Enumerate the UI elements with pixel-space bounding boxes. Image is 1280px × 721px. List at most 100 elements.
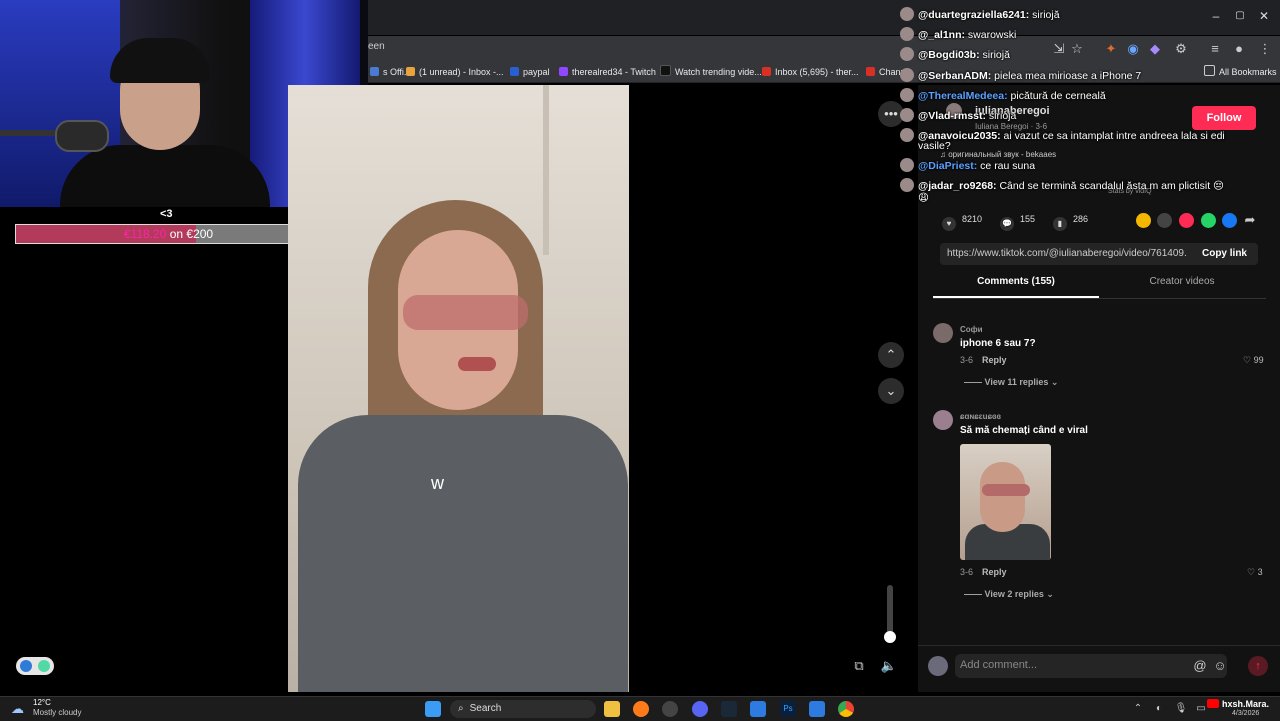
copy-link-button[interactable]: Copy link: [1202, 248, 1247, 259]
chrome-icon[interactable]: [838, 701, 854, 717]
comment-like-count: 99: [1253, 355, 1264, 365]
app-icon[interactable]: [662, 701, 678, 717]
network-icon[interactable]: ◐: [1150, 700, 1168, 718]
facebook-icon[interactable]: [1222, 213, 1237, 228]
send-icon[interactable]: [1179, 213, 1194, 228]
reading-list-icon[interactable]: ≡: [1206, 40, 1224, 58]
extension-icon[interactable]: ◉: [1124, 40, 1142, 58]
youtube-icon: [1207, 699, 1219, 708]
whatsapp-icon[interactable]: [1201, 213, 1216, 228]
chat-text: swarowski: [965, 29, 1017, 41]
reply-button[interactable]: Reply: [982, 355, 1007, 365]
chat-username: @TherealMedeea:: [918, 90, 1008, 102]
chat-message: @TherealMedeea: picătură de cerneală: [900, 88, 1106, 102]
chat-text: vasile?: [918, 140, 951, 152]
profile-icon[interactable]: ●: [1230, 40, 1248, 58]
start-icon[interactable]: [425, 701, 441, 717]
previous-video-button[interactable]: ⌃: [878, 342, 904, 368]
comment-username[interactable]: ɕɑɴɕɛuɕɞɞ: [960, 412, 1001, 421]
weather-condition: Mostly cloudy: [33, 708, 82, 717]
comment-like[interactable]: ♡ 99: [1243, 355, 1264, 366]
chat-text: 😩: [918, 192, 929, 204]
video-details-panel: [918, 85, 1280, 692]
view-replies-button[interactable]: —— View 2 replies ⌄: [964, 589, 1054, 600]
post-comment-button[interactable]: ↑: [1248, 656, 1268, 676]
comment-text: Să mă chemați când e viral: [960, 425, 1088, 436]
comment-icon: 💬: [1000, 217, 1014, 231]
like-count[interactable]: ♥ 8210: [942, 214, 982, 231]
bookmark-icon: ▮: [1053, 217, 1067, 231]
embed-icon[interactable]: [1157, 213, 1172, 228]
bookmark-item[interactable]: Watch trending vide...: [660, 64, 762, 80]
comment-like[interactable]: ♡ 3: [1247, 567, 1263, 578]
share-arrow-icon[interactable]: ➦: [1241, 211, 1259, 229]
comment-count[interactable]: 💬 155: [1000, 214, 1035, 231]
volume-slider[interactable]: [887, 585, 893, 637]
chat-username: @Bogdi03b:: [918, 49, 980, 61]
bookmark-item[interactable]: (1 unread) - Inbox -...: [406, 64, 504, 80]
discord-icon[interactable]: [692, 701, 708, 717]
tray-chevron-icon[interactable]: ⌃: [1129, 700, 1147, 718]
extension-icon[interactable]: ◆: [1146, 40, 1164, 58]
comment-like-count: 3: [1257, 567, 1263, 577]
video-link-text[interactable]: https://www.tiktok.com/@iulianaberegoi/v…: [947, 248, 1187, 259]
volume-slider-handle[interactable]: [884, 631, 896, 643]
extensions-puzzle-icon[interactable]: ⚙: [1172, 40, 1190, 58]
bot-icon: [20, 660, 32, 672]
firefox-icon[interactable]: [633, 701, 649, 717]
add-comment-input[interactable]: Add comment... @ ☺: [955, 654, 1227, 678]
save-count-value: 286: [1073, 214, 1089, 224]
mute-icon[interactable]: 🔈: [880, 657, 898, 675]
picture-in-picture-icon[interactable]: ⧉: [850, 657, 868, 675]
bookmark-favicon: [762, 67, 771, 76]
comment-avatar[interactable]: [933, 323, 953, 343]
stream-tag-label: hxsh.Mara.: [1222, 699, 1270, 709]
tab-comments[interactable]: Comments (155): [933, 276, 1099, 298]
comment-avatar[interactable]: [933, 410, 953, 430]
app-icon[interactable]: [750, 701, 766, 717]
bookmark-star-icon[interactable]: ☆: [1068, 40, 1086, 58]
tab-title-fragment[interactable]: een: [368, 41, 385, 52]
bookmark-item[interactable]: Inbox (5,695) - ther...: [762, 64, 859, 80]
follow-button[interactable]: Follow: [1192, 106, 1256, 130]
app-icon[interactable]: [809, 701, 825, 717]
close-button[interactable]: ✕: [1256, 8, 1272, 24]
chat-text: Când se termină scandalul ăsta m am plic…: [996, 180, 1224, 192]
extension-icon[interactable]: ✦: [1102, 40, 1120, 58]
bot-indicator: [16, 657, 54, 675]
file-explorer-icon[interactable]: [604, 701, 620, 717]
video-lamp: [543, 85, 549, 255]
save-count[interactable]: ▮ 286: [1053, 214, 1088, 231]
share-coin-icon[interactable]: [1136, 213, 1151, 228]
chat-username: @DiaPriest:: [918, 160, 978, 172]
steam-icon[interactable]: [721, 701, 737, 717]
bookmark-item[interactable]: therealred34 - Twitch: [559, 64, 656, 80]
taskbar-search[interactable]: ⌕ Search: [450, 700, 596, 718]
view-replies-button[interactable]: —— View 11 replies ⌄: [964, 377, 1058, 388]
windows-taskbar: ☁ ⌕ Search Ps ⌃ ◐ 🎙 ▭: [0, 696, 1280, 721]
video-player[interactable]: w: [288, 85, 629, 692]
chat-text: picătură de cerneală: [1007, 90, 1106, 102]
comment-username[interactable]: Софи: [960, 325, 983, 334]
heart-text: <3: [160, 208, 173, 220]
window-controls: – ▢ ✕: [1200, 8, 1280, 28]
comment-image[interactable]: [960, 444, 1051, 560]
browser-menu-icon[interactable]: ⋮: [1256, 40, 1274, 58]
all-bookmarks[interactable]: All Bookmarks: [1204, 64, 1277, 80]
chevron-down-icon: ⌄: [1043, 589, 1054, 599]
chat-username: @jadar_ro9268:: [918, 180, 997, 192]
reply-button[interactable]: Reply: [982, 567, 1007, 577]
tab-creator-videos[interactable]: Creator videos: [1099, 276, 1265, 287]
emoji-icon[interactable]: ☺: [1211, 657, 1229, 675]
mic-tray-icon[interactable]: 🎙: [1172, 700, 1190, 718]
weather-icon[interactable]: ☁: [11, 701, 27, 717]
minimize-button[interactable]: –: [1208, 8, 1224, 24]
maximize-button[interactable]: ▢: [1232, 8, 1248, 24]
bookmark-item[interactable]: paypal: [510, 64, 550, 80]
chat-text: ce rau suna: [977, 160, 1036, 172]
mention-icon[interactable]: @: [1191, 657, 1209, 675]
photoshop-icon[interactable]: Ps: [780, 701, 796, 717]
install-icon[interactable]: ⇲: [1050, 40, 1068, 58]
chat-username: @Vlad-rmsst:: [918, 110, 987, 122]
next-video-button[interactable]: ⌄: [878, 378, 904, 404]
